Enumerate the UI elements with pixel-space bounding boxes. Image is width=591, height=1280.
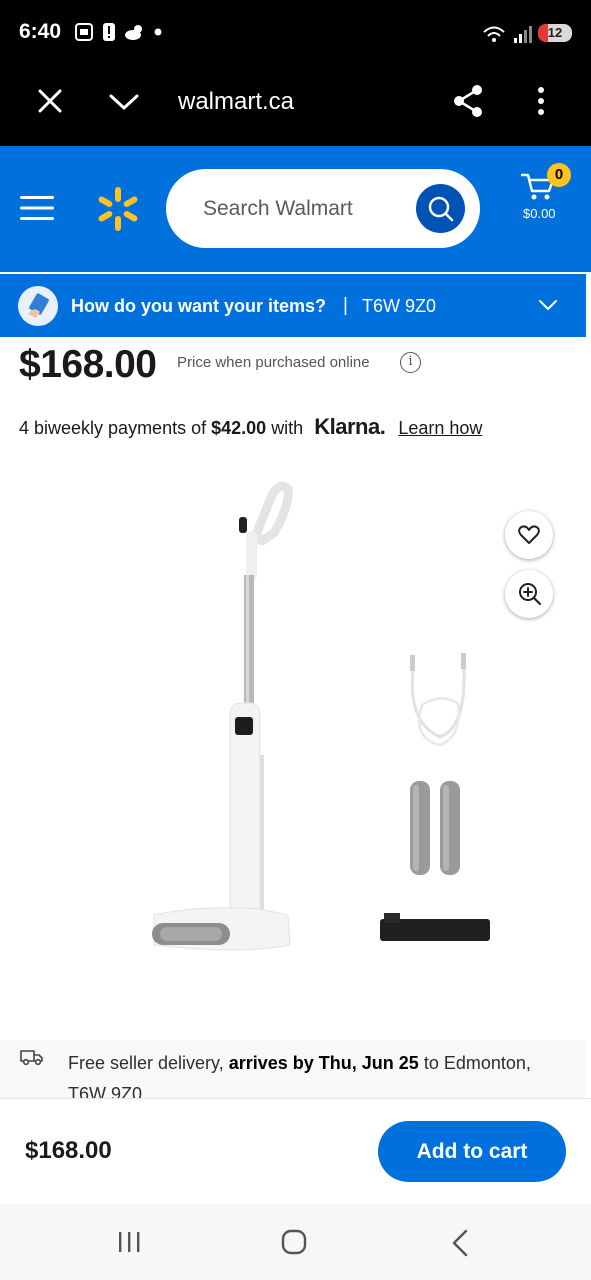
notification-dot-icon [154, 28, 162, 36]
recent-apps-icon[interactable] [117, 1230, 141, 1254]
buy-bar: $168.00 Add to cart [0, 1098, 591, 1204]
delivery-separator: | [343, 295, 348, 316]
delivery-illustration-icon [18, 286, 58, 326]
share-icon[interactable] [452, 84, 484, 118]
menu-icon[interactable] [20, 195, 54, 221]
shipping-prefix: Free seller delivery, [68, 1053, 224, 1073]
delivery-options-bar[interactable]: How do you want your items? | T6W 9Z0 [0, 274, 586, 337]
weather-icon [125, 25, 142, 40]
search-button[interactable] [416, 184, 465, 233]
search-icon [428, 196, 454, 222]
address-bar-url[interactable]: walmart.ca [178, 88, 294, 116]
shipping-text: Free seller delivery, arrives by Thu, Ju… [68, 1048, 568, 1098]
alert-icon [103, 23, 115, 41]
installment-amount: $42.00 [211, 418, 267, 438]
walmart-spark-logo[interactable] [97, 186, 139, 232]
home-icon[interactable] [281, 1229, 307, 1255]
chevron-down-icon [539, 300, 557, 310]
shipping-info: Free seller delivery, arrives by Thu, Ju… [0, 1040, 586, 1098]
status-icons [74, 22, 162, 42]
status-time: 6:40 [19, 20, 62, 43]
system-navigation-bar [0, 1204, 591, 1280]
product-price: $168.00 [19, 343, 157, 386]
delivery-postal-code: T6W 9Z0 [362, 296, 437, 316]
price-note: Price when purchased online [177, 354, 370, 371]
add-to-cart-button[interactable]: Add to cart [378, 1121, 566, 1182]
browser-toolbar: walmart.ca [0, 66, 591, 146]
klarna-logo: Klarna. [314, 414, 386, 439]
screenshot-icon [75, 23, 93, 41]
close-icon[interactable] [37, 88, 63, 114]
heart-icon [518, 525, 540, 544]
chevron-down-icon[interactable] [108, 92, 140, 112]
info-icon[interactable]: i [400, 352, 421, 373]
installment-with: with [271, 418, 304, 438]
learn-how-link[interactable]: Learn how [398, 418, 482, 438]
walmart-header: Search Walmart 0 $0.00 [0, 146, 591, 272]
installment-info: 4 biweekly payments of $42.00 with Klarn… [19, 414, 482, 440]
zoom-button[interactable] [505, 570, 553, 618]
battery-indicator: 12 [538, 24, 572, 42]
floor-washer-product-photo [152, 481, 490, 951]
search-input[interactable]: Search Walmart [166, 169, 480, 248]
cart-total: $0.00 [523, 206, 556, 221]
shipping-arrival: arrives by Thu, Jun 25 [228, 1053, 419, 1073]
truck-icon [20, 1050, 43, 1066]
search-placeholder: Search Walmart [203, 197, 353, 220]
installment-prefix: 4 biweekly payments of [19, 418, 207, 438]
signal-icon [483, 26, 532, 43]
cart-count-badge: 0 [547, 163, 571, 187]
back-icon[interactable] [450, 1229, 470, 1257]
shipping-suffix: to [423, 1053, 439, 1073]
cart-button[interactable]: 0 $0.00 [521, 163, 571, 230]
more-icon[interactable] [536, 86, 546, 116]
product-image[interactable] [0, 445, 591, 1040]
add-to-favorites-button[interactable] [505, 511, 553, 559]
buy-bar-price: $168.00 [25, 1137, 112, 1164]
zoom-icon [519, 583, 542, 606]
delivery-question: How do you want your items? [71, 296, 327, 316]
status-bar: 6:40 12 [0, 0, 591, 66]
